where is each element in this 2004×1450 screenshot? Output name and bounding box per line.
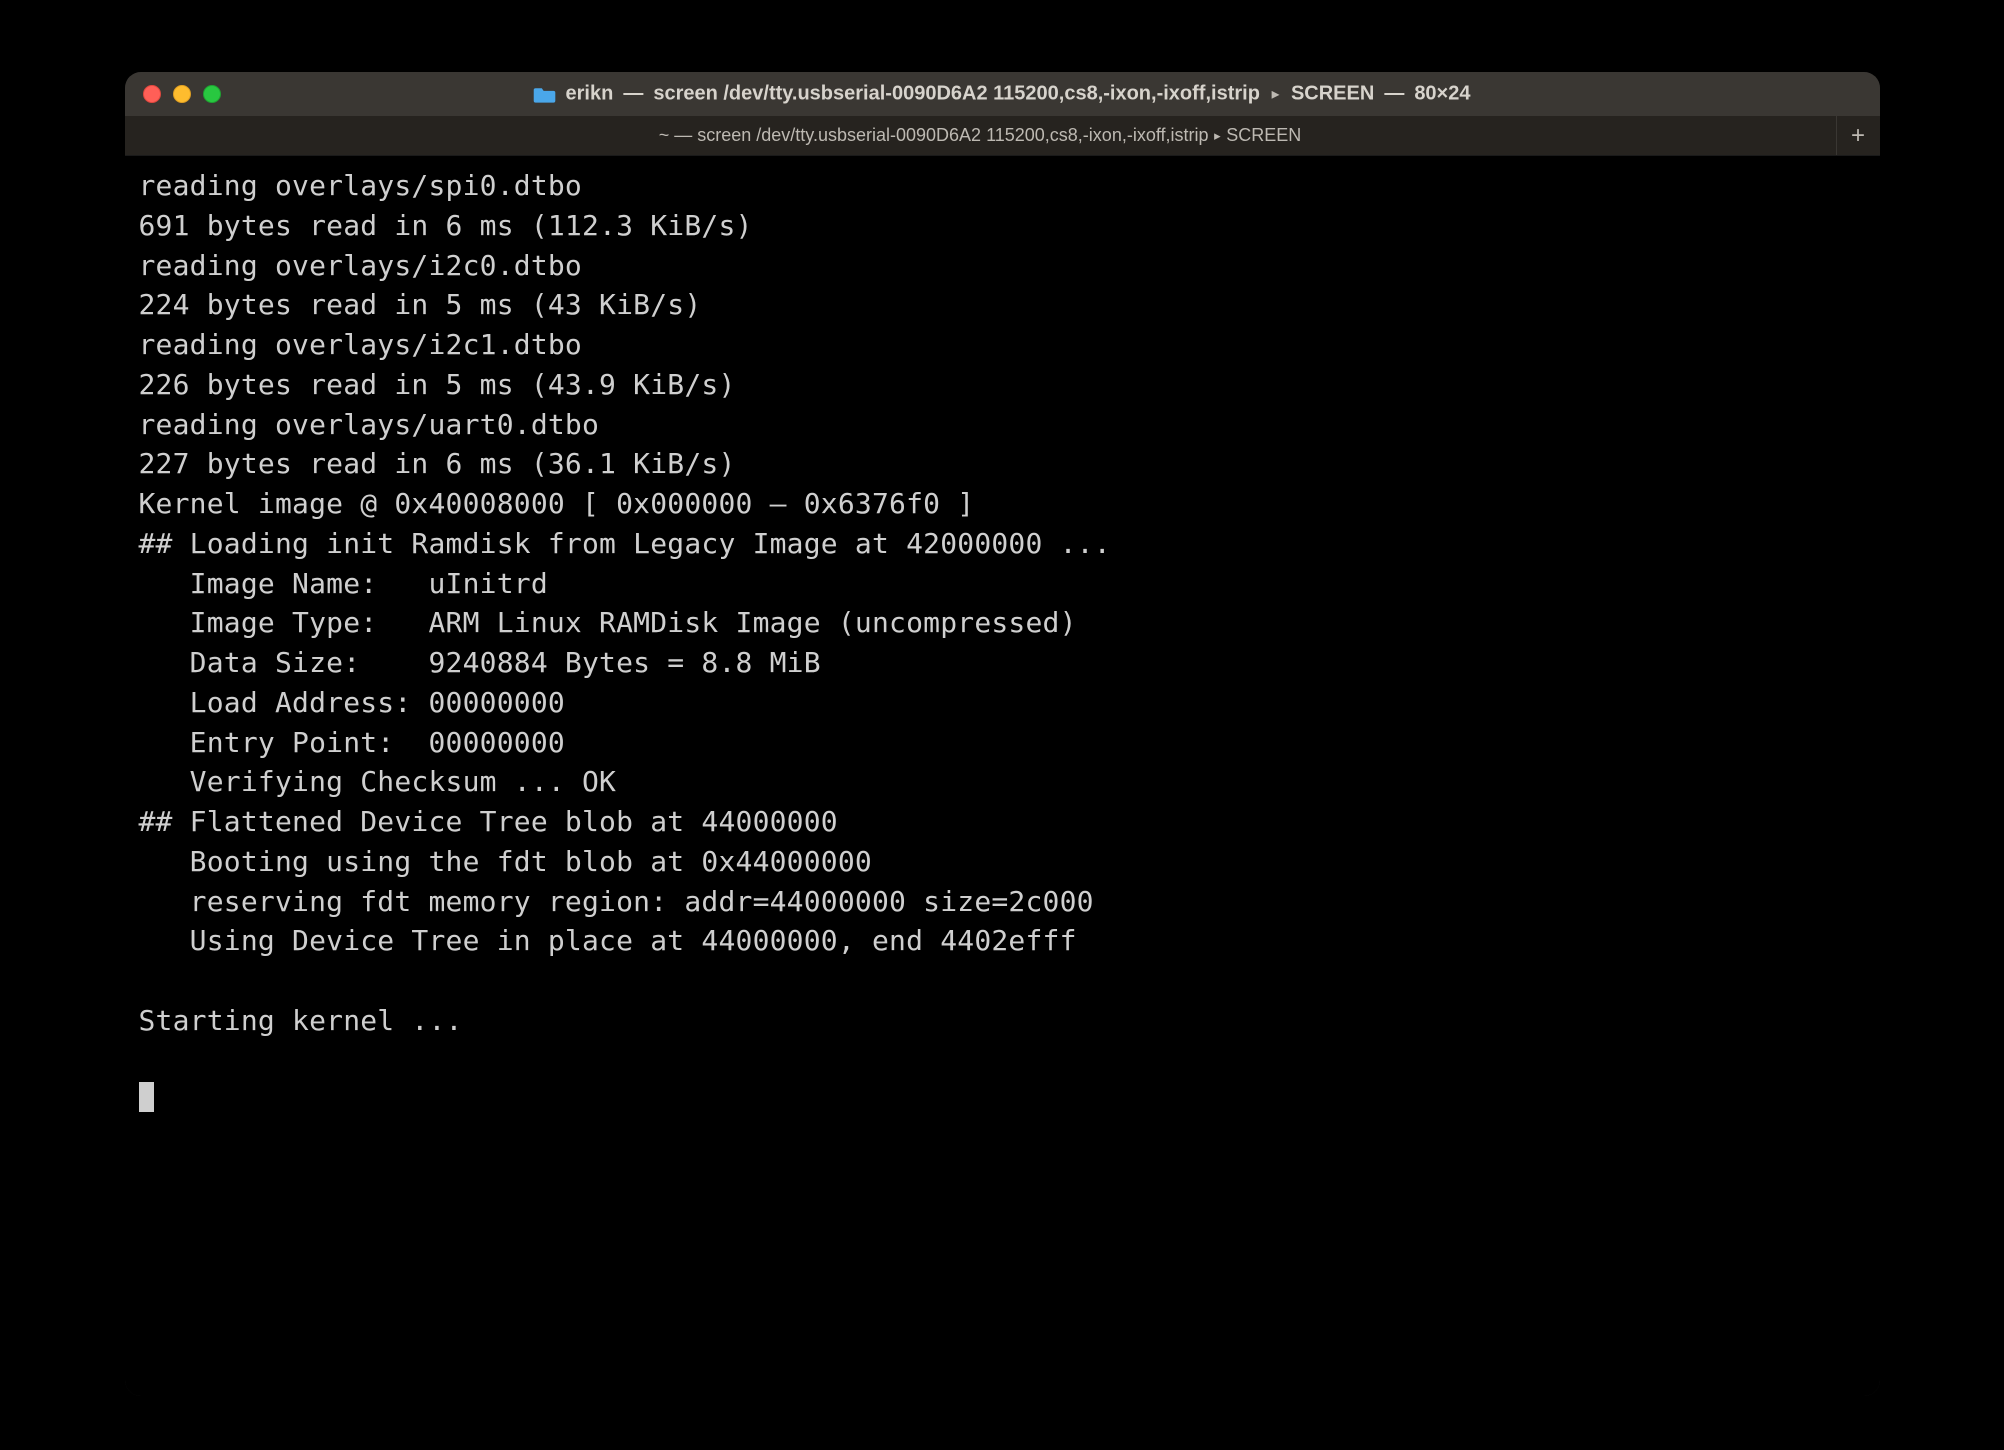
chevron-right-icon: ▸ (1209, 128, 1227, 144)
title-user: erikn (566, 83, 614, 106)
window-title: erikn — screen /dev/tty.usbserial-0090D6… (534, 83, 1471, 106)
title-sep-dash: — (623, 83, 643, 106)
tab-proc: SCREEN (1226, 125, 1301, 146)
cursor (139, 1082, 154, 1112)
title-app: screen /dev/tty.usbserial-0090D6A2 11520… (653, 83, 1260, 106)
terminal-output[interactable]: reading overlays/spi0.dtbo 691 bytes rea… (125, 156, 1880, 1396)
plus-icon: + (1851, 122, 1865, 150)
tab-active[interactable]: ~ — screen /dev/tty.usbserial-0090D6A2 1… (125, 116, 1836, 155)
title-dims: 80×24 (1414, 83, 1470, 106)
title-proc: SCREEN (1291, 83, 1374, 106)
window-titlebar[interactable]: erikn — screen /dev/tty.usbserial-0090D6… (125, 72, 1880, 116)
terminal-window: erikn — screen /dev/tty.usbserial-0090D6… (125, 72, 1880, 1396)
tab-cwd: ~ (659, 125, 670, 146)
tab-sep: — (669, 125, 697, 146)
tab-bar: ~ — screen /dev/tty.usbserial-0090D6A2 1… (125, 116, 1880, 156)
chevron-right-icon: ▸ (1270, 86, 1281, 103)
traffic-lights (143, 85, 221, 103)
close-icon[interactable] (143, 85, 161, 103)
new-tab-button[interactable]: + (1836, 116, 1880, 155)
folder-icon (534, 85, 556, 103)
title-sep-dash2: — (1384, 83, 1404, 106)
zoom-icon[interactable] (203, 85, 221, 103)
minimize-icon[interactable] (173, 85, 191, 103)
tab-app: screen /dev/tty.usbserial-0090D6A2 11520… (697, 125, 1208, 146)
